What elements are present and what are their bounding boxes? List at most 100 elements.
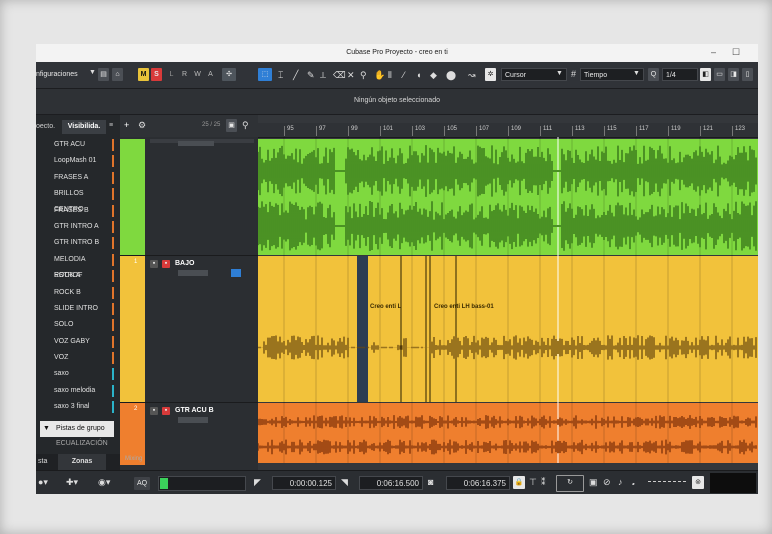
home-icon[interactable]: ⌂ — [112, 68, 123, 81]
split-icon[interactable]: ╱ — [293, 70, 298, 81]
window-title: Cubase Pro Proyecto - creo en ti — [346, 49, 448, 56]
dropdown-arrow-icon[interactable]: ▼ — [89, 69, 96, 76]
right-locator-time[interactable]: 0:06:16.500 — [359, 476, 423, 490]
zoom-icon[interactable]: ⚲ — [360, 70, 367, 81]
record-mode-icon[interactable]: ●▾ — [38, 477, 48, 488]
quantize-button[interactable]: Q — [648, 68, 659, 81]
tab-proyecto[interactable]: oecto. — [36, 123, 55, 130]
loop-icon[interactable]: ⊘ — [603, 477, 611, 488]
transport-settings-icon[interactable]: ⊚ — [692, 476, 704, 489]
search-icon[interactable]: ⚲ — [242, 120, 249, 131]
track-buttons[interactable] — [178, 141, 214, 146]
tab-lista[interactable]: sta — [38, 458, 47, 465]
minimize-button[interactable]: – — [711, 47, 716, 57]
visibility-list: GTR ACU LoopMash 01 FRASES A BRILLOS CENTRO… — [36, 137, 114, 416]
automation-icon[interactable]: ✣ — [222, 68, 236, 81]
visibility-item[interactable]: BRILLOS CENTRO — [36, 186, 114, 213]
visibility-item[interactable]: saxo — [36, 366, 114, 382]
more-icon[interactable]: ▯ — [742, 68, 753, 81]
read-button[interactable]: R — [179, 68, 190, 81]
visibility-item[interactable]: FRASES A — [36, 170, 114, 186]
solo-button[interactable]: S — [151, 68, 162, 81]
visibility-item[interactable]: VOZ GABY — [36, 334, 114, 350]
tab-visibilidad[interactable]: Visibilida. — [62, 120, 106, 134]
write-button[interactable]: W — [192, 68, 203, 81]
line-icon[interactable]: ⁄ — [403, 70, 405, 80]
tempo-icon[interactable]: ⊤ — [529, 477, 537, 488]
stop-icon[interactable]: ▣ — [589, 477, 598, 488]
visibility-item[interactable]: GTR ACU — [36, 137, 114, 153]
lock-icon[interactable]: 🔒 — [513, 476, 525, 489]
visibility-item[interactable]: SOLO — [36, 317, 114, 333]
range-icon[interactable]: ⌶ — [278, 70, 283, 81]
track-buttons[interactable] — [178, 270, 208, 276]
maximize-button[interactable]: ☐ — [732, 47, 740, 58]
layout-icon[interactable]: ▤ — [98, 68, 109, 81]
visibility-item[interactable]: GTR INTRO A — [36, 219, 114, 235]
quantize-preset-select[interactable]: 1/4 — [662, 68, 698, 81]
track-mute-icon[interactable]: ▪ — [150, 407, 158, 415]
color-icon[interactable]: ◆ — [430, 70, 437, 81]
visibility-item[interactable]: LoopMash 01 — [36, 153, 114, 169]
position-time[interactable]: 0:06:16.375 — [446, 476, 510, 490]
cycle-button[interactable]: ↻ — [556, 475, 584, 492]
left-zone: oecto. Visibilida. ≡ GTR ACU LoopMash 01 F… — [36, 115, 120, 470]
track-visibility-icon[interactable]: ▣ — [226, 119, 237, 132]
left-locator-icon[interactable]: ◤ — [254, 477, 261, 488]
play-tool-icon[interactable]: ◖ — [416, 70, 421, 80]
left-locator-time[interactable]: 0:00:00.125 — [272, 476, 336, 490]
listen-button[interactable]: L — [166, 68, 177, 81]
track-list: + ⚙ 25 / 25 ▣ ⚲ 1 ▪ ▪ BAJO 2 ▪ ▪ GTR ACU… — [120, 115, 258, 470]
visibility-item[interactable]: VOZ — [36, 350, 114, 366]
track-record-icon[interactable]: ▪ — [162, 260, 170, 268]
visibility-item[interactable]: saxo melodia — [36, 383, 114, 399]
track-mute-icon[interactable]: ▪ — [150, 260, 158, 268]
pistas-de-grupo-item[interactable]: ▼ Pistas de grupo — [40, 421, 114, 437]
right-zone-icon[interactable]: ◨ — [728, 68, 739, 81]
visibility-item[interactable]: FRASES B — [36, 203, 114, 219]
track-record-icon[interactable]: ▪ — [162, 407, 170, 415]
menu-icon[interactable]: ≡ — [109, 122, 113, 129]
tempo-track-icon[interactable]: 𝅘 — [632, 477, 635, 488]
autoquant-icon[interactable]: ◉▾ — [98, 477, 110, 488]
aq-button[interactable]: AQ — [134, 477, 150, 490]
right-locator-icon[interactable]: ◥ — [341, 477, 348, 488]
visibility-item[interactable]: ROCK B — [36, 285, 114, 301]
track-buttons[interactable] — [178, 417, 208, 423]
configuraciones-menu[interactable]: nfiguraciones — [36, 68, 78, 81]
visibility-item[interactable]: saxo 3 final — [36, 399, 114, 415]
track-header-1[interactable] — [120, 139, 258, 256]
ecualizacion-item[interactable]: ECUALIZACIÓN — [56, 440, 108, 447]
erase-icon[interactable]: ⌫ — [333, 70, 346, 81]
mute-tool-icon[interactable]: ✕ — [347, 70, 355, 81]
visibility-item[interactable]: GTR INTRO B — [36, 235, 114, 251]
transport-bar: ●▾ ✚▾ ◉▾ AQ ◤ 0:00:00.125 ◥ 0:06:16.500 … — [36, 470, 758, 494]
visibility-item[interactable]: SLIDE INTRO — [36, 301, 114, 317]
draw-icon[interactable]: ✎ — [307, 70, 315, 81]
track-options-icon[interactable]: ⚙ — [138, 120, 146, 131]
punch-icon[interactable]: ◙ — [428, 477, 433, 487]
snap-icon[interactable]: ⬤ — [446, 70, 456, 81]
event-gap[interactable] — [357, 256, 368, 402]
auto-button[interactable]: A — [205, 68, 216, 81]
visibility-item[interactable]: MELODIA ESTROF — [36, 252, 114, 279]
metronome-icon[interactable]: ♪ — [618, 477, 623, 487]
glue-icon[interactable]: ⟂ — [320, 70, 326, 81]
mute-button[interactable]: M — [138, 68, 149, 81]
tab-zonas[interactable]: Zonas — [58, 454, 106, 470]
comp-icon[interactable]: ⫴ — [388, 70, 392, 81]
object-select-icon[interactable]: ⬚ — [258, 68, 272, 81]
monitor-icon[interactable] — [231, 269, 241, 277]
event-display[interactable]: 95 97 99 101 103 105 107 109 111 113 115 117 119 121 1… — [258, 115, 758, 470]
cycle-mode-icon[interactable]: ✚▾ — [66, 477, 78, 488]
visibility-item[interactable]: ROCK A — [36, 268, 114, 284]
track-header-bajo[interactable]: 1 ▪ ▪ BAJO — [120, 256, 258, 403]
hand-icon[interactable]: ✋ — [374, 70, 385, 81]
waveform-canvas[interactable] — [258, 115, 758, 470]
window-layout-icon[interactable]: ◧ — [700, 68, 711, 81]
snap-type-icon[interactable]: ↝ — [468, 70, 476, 81]
snap-cursor-icon[interactable]: ✲ — [485, 68, 496, 81]
add-track-icon[interactable]: + — [124, 120, 129, 130]
sync-icon[interactable]: ⁑ — [541, 477, 546, 488]
lower-zone-icon[interactable]: ▭ — [714, 68, 725, 81]
